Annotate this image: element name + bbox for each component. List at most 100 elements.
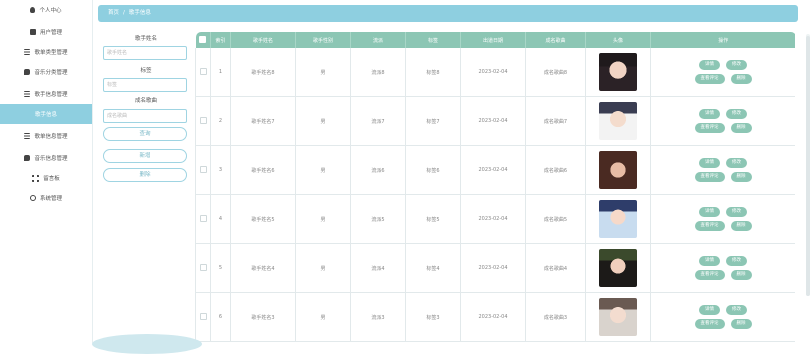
sidebar-item-playlist-types[interactable]: 歌单类型管理	[0, 42, 92, 62]
column-header: 标签	[405, 32, 461, 48]
chat-icon	[24, 155, 31, 161]
avatar-cell	[585, 48, 651, 97]
avatar-cell	[585, 243, 651, 293]
detail-button[interactable]: 详情	[699, 256, 720, 266]
breadcrumb-separator: /	[123, 10, 125, 16]
detail-button[interactable]: 详情	[699, 158, 720, 168]
row-select-cell[interactable]	[195, 48, 211, 97]
famous-song-input[interactable]: 成名歌曲	[103, 109, 187, 123]
row-checkbox[interactable]	[199, 165, 207, 173]
genre-cell: 流派7	[350, 96, 406, 146]
sidebar-item-singer-management[interactable]: 歌手信息管理	[0, 84, 92, 104]
row-checkbox[interactable]	[199, 67, 207, 75]
view-comments-button[interactable]: 查看评论	[694, 319, 725, 329]
row-select-cell[interactable]	[195, 145, 211, 195]
detail-button[interactable]: 详情	[699, 305, 720, 315]
gender-cell: 男	[295, 48, 351, 97]
index-cell: 2	[210, 96, 231, 146]
avatar	[599, 200, 637, 238]
row-delete-button[interactable]: 删除	[730, 172, 752, 182]
sidebar-item-singers[interactable]: 歌手信息	[0, 104, 92, 124]
edit-button[interactable]: 修改	[726, 60, 747, 70]
breadcrumb-home[interactable]: 首页	[108, 10, 119, 16]
scrollbar-thumb[interactable]	[806, 36, 810, 296]
breadcrumb-current: 歌手信息	[128, 10, 151, 16]
row-select-cell[interactable]	[195, 243, 211, 293]
table-row[interactable]: 4 歌手姓名5 男流派5 标签5 2023-02-04 成名歌曲5 详情 修改 查看评论 删除	[195, 194, 795, 244]
detail-button[interactable]: 详情	[699, 207, 720, 217]
genre-cell: 流派4	[350, 243, 406, 293]
operations-cell: 详情 修改 查看评论 删除	[650, 48, 795, 97]
row-checkbox[interactable]	[199, 116, 207, 124]
table-row[interactable]: 1 歌手姓名8 男流派8 标签8 2023-02-04 成名歌曲8 详情 修改 查看评论 删除	[195, 48, 795, 97]
row-select-cell[interactable]	[195, 96, 211, 146]
edit-button[interactable]: 修改	[726, 207, 747, 217]
table-row[interactable]: 3 歌手姓名6 男流派6 标签6 2023-02-04 成名歌曲6 详情 修改 查看评论 删除	[195, 145, 795, 195]
singer-name-cell: 歌手姓名7	[230, 96, 296, 146]
table-row[interactable]: 6 歌手姓名3 男流派3 标签3 2023-02-04 成名歌曲3 详情 修改 查看评论 删除	[195, 292, 795, 342]
select-all-header[interactable]	[195, 32, 211, 48]
list-icon	[24, 91, 31, 97]
sidebar-item-music-categories[interactable]: 音乐分类管理	[0, 62, 92, 82]
delete-button[interactable]: 删除	[103, 168, 187, 182]
sidebar-item-playlists[interactable]: 歌单信息管理	[0, 126, 92, 146]
gear-icon	[29, 195, 36, 201]
famous-song-cell: 成名歌曲5	[525, 194, 586, 244]
row-checkbox[interactable]	[199, 312, 207, 320]
row-select-cell[interactable]	[195, 194, 211, 244]
index-cell: 1	[210, 48, 231, 97]
edit-button[interactable]: 修改	[726, 109, 747, 119]
tag-cell: 标签8	[405, 48, 461, 97]
row-delete-button[interactable]: 删除	[730, 74, 752, 84]
table-row[interactable]: 2 歌手姓名7 男流派7 标签7 2023-02-04 成名歌曲7 详情 修改 查看评论 删除	[195, 96, 795, 146]
avatar-cell	[585, 145, 651, 195]
sidebar-item-music[interactable]: 音乐信息管理	[0, 148, 92, 168]
column-header: 出道日期	[460, 32, 526, 48]
row-select-cell[interactable]	[195, 292, 211, 342]
tag-cell: 标签7	[405, 96, 461, 146]
column-header: 歌手性别	[295, 32, 351, 48]
column-header: 成名歌曲	[525, 32, 586, 48]
edit-button[interactable]: 修改	[726, 305, 747, 315]
column-header: 流派	[350, 32, 406, 48]
query-button[interactable]: 查询	[103, 127, 187, 141]
add-button[interactable]: 新增	[103, 149, 187, 163]
singer-name-cell: 歌手姓名3	[230, 292, 296, 342]
tag-input[interactable]: 标签	[103, 78, 187, 92]
avatar	[599, 102, 637, 140]
sidebar-item-label: 用户管理	[39, 30, 62, 36]
tag-cell: 标签6	[405, 145, 461, 195]
sidebar-item-users[interactable]: 用户管理	[0, 22, 92, 42]
avatar-cell	[585, 292, 651, 342]
detail-button[interactable]: 详情	[699, 109, 720, 119]
view-comments-button[interactable]: 查看评论	[694, 270, 725, 280]
table-row[interactable]: 5 歌手姓名4 男流派4 标签4 2023-02-04 成名歌曲4 详情 修改 查看评论 删除	[195, 243, 795, 293]
sidebar-item-label: 歌单类型管理	[34, 50, 68, 56]
row-delete-button[interactable]: 删除	[730, 123, 752, 133]
operations-cell: 详情 修改 查看评论 删除	[650, 243, 795, 293]
view-comments-button[interactable]: 查看评论	[694, 123, 725, 133]
row-delete-button[interactable]: 删除	[730, 319, 752, 329]
row-checkbox[interactable]	[199, 214, 207, 222]
sidebar-item-messageboard[interactable]: 留言板	[0, 168, 92, 188]
gender-cell: 男	[295, 243, 351, 293]
edit-button[interactable]: 修改	[726, 158, 747, 168]
row-delete-button[interactable]: 删除	[730, 270, 752, 280]
singer-name-input[interactable]: 歌手姓名	[103, 46, 187, 60]
sidebar-item-profile[interactable]: 个人中心	[0, 0, 92, 20]
select-all-checkbox[interactable]	[199, 35, 207, 43]
gender-cell: 男	[295, 194, 351, 244]
row-checkbox[interactable]	[199, 263, 207, 271]
detail-button[interactable]: 详情	[699, 60, 720, 70]
debut-date-cell: 2023-02-04	[460, 194, 526, 244]
view-comments-button[interactable]: 查看评论	[694, 172, 725, 182]
column-header: 歌手姓名	[230, 32, 296, 48]
sidebar-item-system[interactable]: 系统管理	[0, 188, 92, 208]
debut-date-cell: 2023-02-04	[460, 96, 526, 146]
row-delete-button[interactable]: 删除	[730, 221, 752, 231]
edit-button[interactable]: 修改	[726, 256, 747, 266]
avatar-cell	[585, 194, 651, 244]
view-comments-button[interactable]: 查看评论	[694, 74, 725, 84]
singer-name-cell: 歌手姓名5	[230, 194, 296, 244]
view-comments-button[interactable]: 查看评论	[694, 221, 725, 231]
